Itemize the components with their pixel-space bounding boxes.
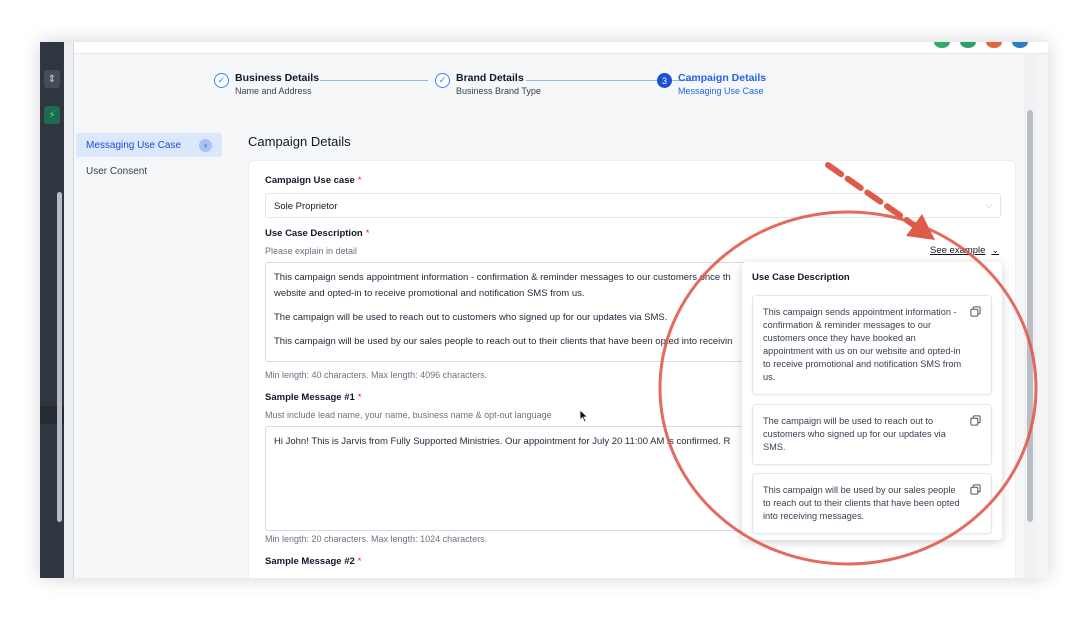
chevron-right-icon: › bbox=[199, 138, 212, 152]
avatar[interactable] bbox=[934, 42, 950, 48]
campaign-use-case-select[interactable]: Sole Proprietor ⌵ bbox=[265, 193, 1001, 218]
nav-item-label: Messaging Use Case bbox=[86, 139, 182, 151]
avatar[interactable] bbox=[960, 42, 976, 48]
left-scrollbar[interactable] bbox=[57, 192, 62, 522]
step-title: Campaign Details bbox=[678, 72, 767, 84]
required-mark: * bbox=[357, 556, 362, 567]
see-example-link[interactable]: See example ⌄ bbox=[930, 245, 999, 256]
bolt-icon[interactable]: ⚡ bbox=[44, 106, 60, 124]
avatar[interactable] bbox=[1012, 42, 1028, 48]
step-subtitle: Business Brand Type bbox=[456, 86, 541, 96]
stepper: ✓ Business Details Name and Address ✓ Br… bbox=[214, 72, 834, 104]
updown-icon[interactable]: ⇕ bbox=[44, 70, 60, 88]
copy-icon[interactable] bbox=[970, 415, 981, 426]
copy-icon[interactable] bbox=[970, 484, 981, 495]
copy-icon[interactable] bbox=[970, 306, 981, 317]
field-label-text: Use Case Description bbox=[265, 228, 363, 239]
example-text: This campaign sends appointment informat… bbox=[763, 307, 962, 382]
mouse-cursor-icon bbox=[579, 409, 589, 428]
length-hint: Min length: 40 characters. Max length: 4… bbox=[265, 370, 488, 380]
check-icon: ✓ bbox=[214, 73, 229, 88]
step-number: 3 bbox=[657, 73, 672, 88]
length-hint: Min length: 20 characters. Max length: 1… bbox=[265, 534, 488, 544]
avatar[interactable] bbox=[986, 42, 1002, 48]
secondary-rail bbox=[64, 42, 74, 578]
required-mark: * bbox=[357, 175, 362, 186]
nav-item-user-consent[interactable]: User Consent bbox=[76, 159, 222, 183]
example-text: The campaign will be used to reach out t… bbox=[763, 416, 946, 452]
required-mark: * bbox=[357, 392, 362, 403]
field-label: Use Case Description * bbox=[265, 228, 369, 239]
field-label: Sample Message #1 * bbox=[265, 392, 361, 403]
popover-title: Use Case Description bbox=[752, 272, 850, 283]
scrollbar-thumb[interactable] bbox=[1027, 110, 1033, 522]
field-hint: Must include lead name, your name, busin… bbox=[265, 410, 552, 420]
page-scrollbar[interactable] bbox=[1024, 54, 1036, 578]
section-title: Campaign Details bbox=[248, 134, 351, 149]
step-title: Business Details bbox=[235, 72, 320, 84]
see-example-label: See example bbox=[930, 245, 986, 256]
field-label-text: Campaign Use case bbox=[265, 175, 355, 186]
check-icon: ✓ bbox=[435, 73, 450, 88]
example-text: This campaign will be used by our sales … bbox=[763, 485, 960, 521]
top-bar bbox=[74, 42, 1048, 54]
step-subtitle: Name and Address bbox=[235, 86, 312, 96]
example-card[interactable]: This campaign sends appointment informat… bbox=[752, 295, 992, 395]
field-label-text: Sample Message #2 bbox=[265, 556, 355, 567]
section-nav: Messaging Use Case › User Consent bbox=[76, 133, 222, 185]
select-value: Sole Proprietor bbox=[274, 201, 338, 212]
field-label: Sample Message #2 * bbox=[265, 556, 361, 567]
step-subtitle: Messaging Use Case bbox=[678, 86, 764, 96]
required-mark: * bbox=[365, 228, 370, 239]
step-campaign-details[interactable]: 3 Campaign Details Messaging Use Case bbox=[657, 72, 766, 98]
use-case-examples-popover: Use Case Description This campaign sends… bbox=[742, 262, 1002, 540]
field-hint: Please explain in detail bbox=[265, 246, 358, 256]
chevron-down-icon: ⌵ bbox=[985, 200, 992, 210]
nav-item-messaging-use-case[interactable]: Messaging Use Case › bbox=[76, 133, 222, 157]
step-title: Brand Details bbox=[456, 72, 524, 84]
field-label: Campaign Use case * bbox=[265, 175, 361, 186]
example-card[interactable]: The campaign will be used to reach out t… bbox=[752, 404, 992, 465]
nav-item-label: User Consent bbox=[86, 165, 148, 177]
example-card[interactable]: This campaign will be used by our sales … bbox=[752, 473, 992, 534]
field-label-text: Sample Message #1 bbox=[265, 392, 355, 403]
chevron-down-icon: ⌄ bbox=[991, 245, 999, 255]
step-brand-details[interactable]: ✓ Brand Details Business Brand Type bbox=[435, 72, 541, 98]
step-connector bbox=[320, 80, 428, 81]
step-business-details[interactable]: ✓ Business Details Name and Address bbox=[214, 72, 319, 98]
